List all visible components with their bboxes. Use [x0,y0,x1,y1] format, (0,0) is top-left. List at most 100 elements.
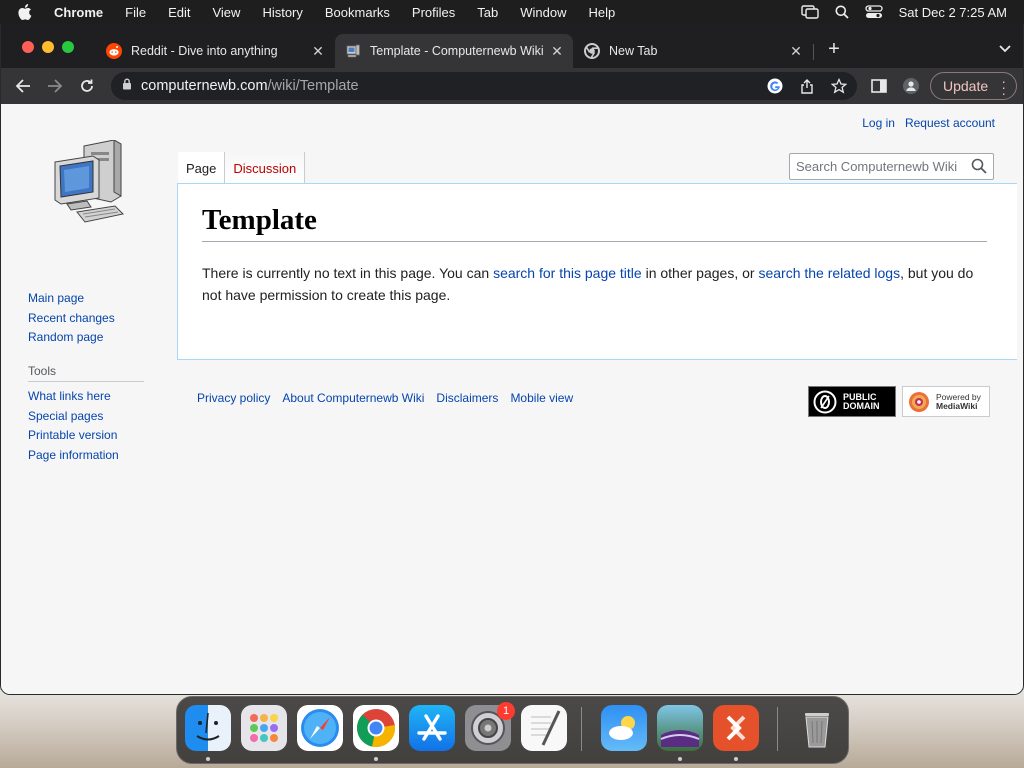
search-related-logs-link[interactable]: search the related logs [758,265,900,281]
menu-tab[interactable]: Tab [477,5,498,20]
tab-title: New Tab [609,44,658,58]
body-text-2: in other pages, or [641,265,759,281]
public-domain-badge[interactable]: PUBLIC DOMAIN [808,386,896,417]
tab-reddit[interactable]: Reddit - Dive into anything ✕ [96,34,334,68]
search-icon[interactable] [971,158,987,177]
personal-tools: Log in Request account [862,116,995,130]
back-arrow-icon[interactable] [13,76,33,96]
menu-bookmarks[interactable]: Bookmarks [325,5,390,20]
content-area: Template There is currently no text in t… [177,183,1017,360]
url-host: computernewb.com [141,78,268,94]
app-store-icon[interactable] [409,705,455,751]
tools-printable-version[interactable]: Printable version [28,426,144,446]
page-viewport: Log in Request account Main page Recent … [1,104,1023,694]
close-window-button[interactable] [22,41,34,53]
url-path: /wiki/Template [267,78,359,94]
page-body: There is currently no text in this page.… [202,262,992,306]
nav-main-page[interactable]: Main page [28,289,115,309]
menu-view[interactable]: View [212,5,240,20]
tools-what-links-here[interactable]: What links here [28,387,144,407]
image-app-icon[interactable] [657,705,703,751]
forward-arrow-icon[interactable] [45,76,65,96]
tools-heading: Tools [28,364,144,382]
new-tab-plus-icon[interactable]: + [823,38,845,60]
footer-links: Privacy policy About Computernewb Wiki D… [197,391,573,405]
screen-mirroring-icon[interactable] [800,5,819,19]
trash-icon[interactable] [794,705,840,751]
tools-page-information[interactable]: Page information [28,446,144,466]
address-bar[interactable]: computernewb.com/wiki/Template [111,72,857,100]
chrome-icon[interactable] [353,705,399,751]
tab-new-tab[interactable]: New Tab ✕ [574,34,812,68]
page-title: Template [202,204,987,242]
login-link[interactable]: Log in [862,116,895,130]
profile-avatar-icon[interactable] [901,76,921,96]
spotlight-search-icon[interactable] [835,5,849,19]
textedit-icon[interactable] [521,705,567,751]
powered-by-mediawiki-badge[interactable]: Powered by MediaWiki [902,386,990,417]
mw-line2: MediaWiki [936,400,978,411]
side-panel-icon[interactable] [869,76,889,96]
menu-edit[interactable]: Edit [168,5,190,20]
tab-divider [813,44,814,60]
nav-random-page[interactable]: Random page [28,328,115,348]
browser-window: Reddit - Dive into anything ✕ Template -… [0,24,1024,695]
public-domain-icon [813,390,837,413]
tab-search-chevron-icon[interactable] [999,40,1011,58]
tab-template-wiki[interactable]: Template - Computernewb Wiki ✕ [335,34,573,68]
close-tab-icon[interactable]: ✕ [549,43,565,60]
update-label: Update [943,78,989,94]
tools-portal: Tools What links here Special pages Prin… [28,364,144,466]
menu-profiles[interactable]: Profiles [412,5,455,20]
menu-app-name[interactable]: Chrome [54,5,103,20]
tab-title: Reddit - Dive into anything [131,44,278,58]
menu-window[interactable]: Window [520,5,566,20]
bookmark-star-icon[interactable] [829,76,849,96]
control-center-icon[interactable] [864,5,883,19]
reload-icon[interactable] [77,76,97,96]
share-icon[interactable] [797,76,817,96]
footer-mobile-view[interactable]: Mobile view [510,391,573,405]
safari-icon[interactable] [297,705,343,751]
menu-file[interactable]: File [125,5,146,20]
computer-favicon-icon [345,43,361,59]
footer-disclaimers[interactable]: Disclaimers [436,391,498,405]
footer-privacy-policy[interactable]: Privacy policy [197,391,270,405]
body-text-1: There is currently no text in this page.… [202,265,494,281]
menu-help[interactable]: Help [589,5,616,20]
zoom-window-button[interactable] [62,41,74,53]
namespace-tabs: Page Discussion [178,152,306,184]
nav-recent-changes[interactable]: Recent changes [28,309,115,329]
tab-page[interactable]: Page [178,152,226,184]
search-page-title-link[interactable]: search for this page title [493,265,642,281]
google-lens-icon[interactable] [765,76,785,96]
more-options-icon[interactable]: · · · [1001,74,1006,100]
mediawiki-flower-icon [909,391,929,412]
menu-history[interactable]: History [262,5,302,20]
lock-icon[interactable] [122,78,132,94]
finder-icon[interactable] [185,705,231,751]
image-app-running-dot [678,757,682,761]
navigation-portal: Main page Recent changes Random page [28,289,115,348]
menu-bar: Chrome File Edit View History Bookmarks … [0,0,1024,24]
launchpad-icon[interactable] [241,705,287,751]
remote-desktop-icon[interactable] [713,705,759,751]
search-placeholder: Search Computernewb Wiki [796,159,958,174]
tools-special-pages[interactable]: Special pages [28,407,144,427]
remote-desktop-running-dot [734,757,738,761]
close-tab-icon[interactable]: ✕ [788,43,804,60]
minimize-window-button[interactable] [42,41,54,53]
weather-icon[interactable] [601,705,647,751]
tab-title: Template - Computernewb Wiki [370,44,544,58]
footer-about[interactable]: About Computernewb Wiki [282,391,424,405]
chrome-running-dot [374,757,378,761]
close-tab-icon[interactable]: ✕ [310,43,326,60]
tab-strip: Reddit - Dive into anything ✕ Template -… [1,24,1023,68]
menu-clock[interactable]: Sat Dec 2 7:25 AM [899,5,1007,20]
wiki-logo-computer-icon[interactable] [51,139,127,228]
request-account-link[interactable]: Request account [905,116,995,130]
wiki-search-input[interactable]: Search Computernewb Wiki [789,153,994,180]
apple-icon[interactable] [18,4,36,20]
update-chrome-button[interactable]: Update · · · [930,72,1017,100]
tab-discussion[interactable]: Discussion [225,152,306,184]
